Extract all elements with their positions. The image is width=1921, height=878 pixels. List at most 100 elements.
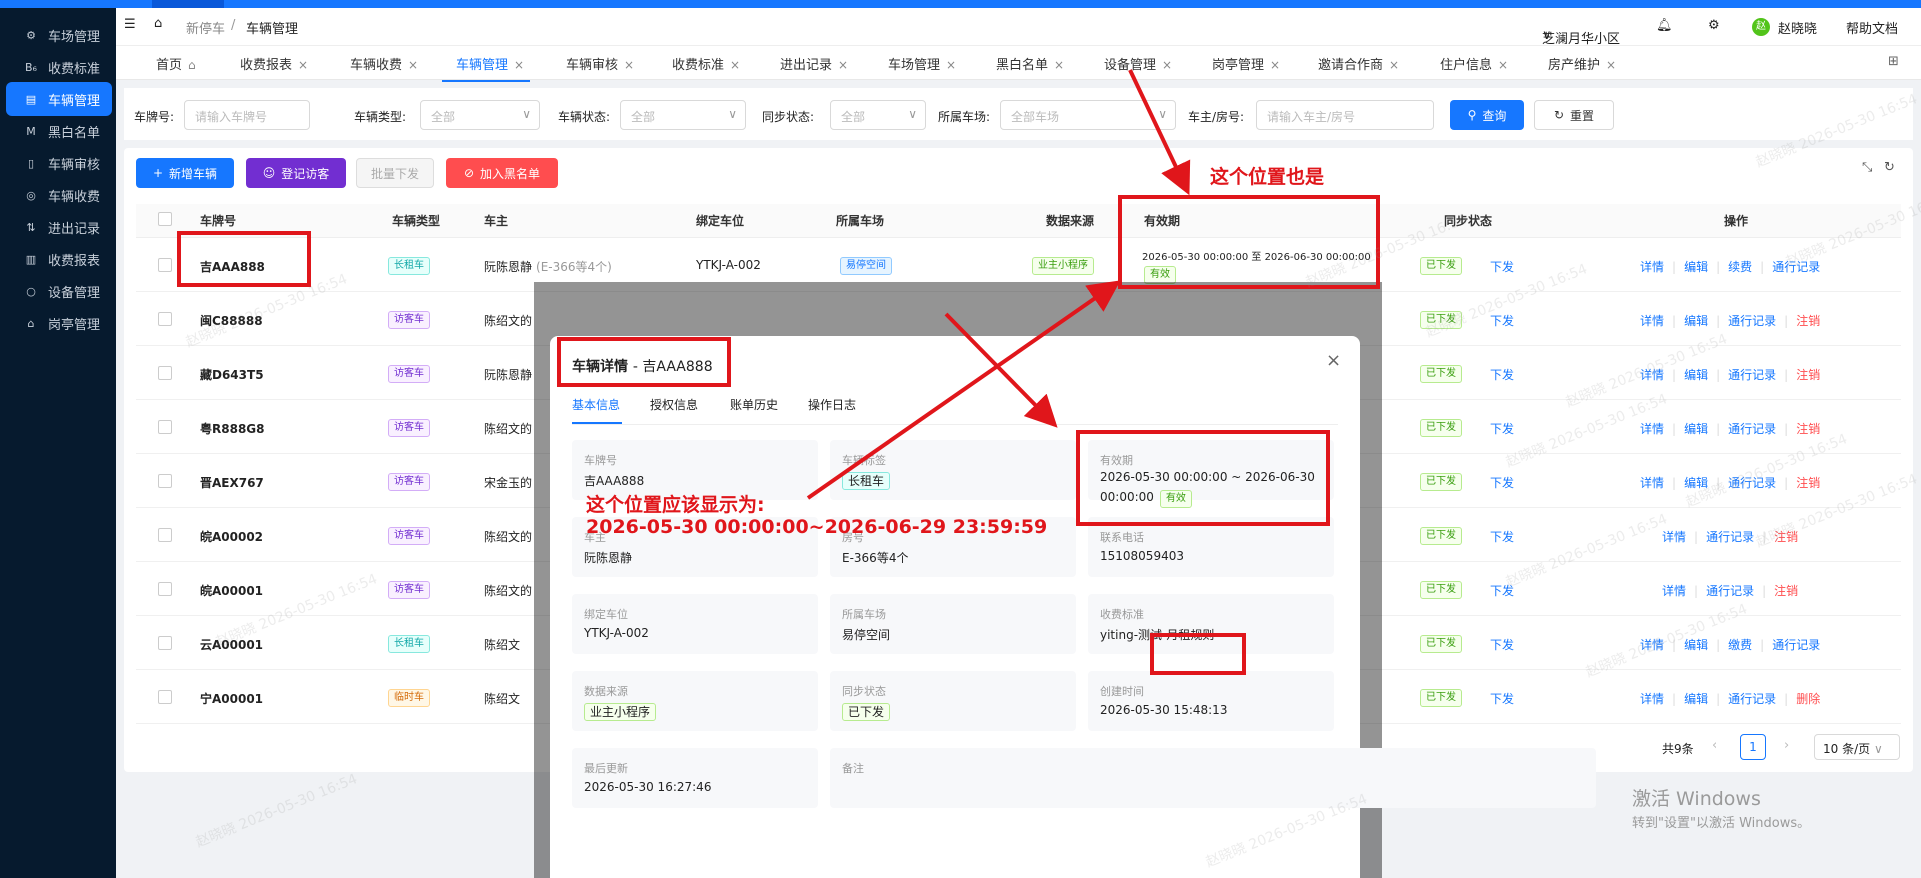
operation-link[interactable]: 详情 bbox=[1662, 530, 1686, 544]
operation-link[interactable]: 详情 bbox=[1640, 422, 1664, 436]
operation-link-danger[interactable]: 注销 bbox=[1796, 422, 1820, 436]
dispatch-link[interactable]: 下发 bbox=[1490, 528, 1514, 545]
breadcrumb-home[interactable]: 新停车 bbox=[186, 18, 225, 37]
operation-link[interactable]: 详情 bbox=[1640, 368, 1664, 382]
sync-filter-select[interactable]: 全部 ∨ bbox=[830, 100, 926, 130]
operation-link[interactable]: 编辑 bbox=[1684, 314, 1708, 328]
close-icon[interactable]: × bbox=[1270, 58, 1280, 72]
row-checkbox[interactable] bbox=[158, 636, 172, 650]
row-checkbox[interactable] bbox=[158, 690, 172, 704]
tab-12[interactable]: 住户信息 × bbox=[1440, 54, 1508, 73]
dispatch-link[interactable]: 下发 bbox=[1490, 636, 1514, 653]
tab-7[interactable]: 车场管理 × bbox=[888, 54, 956, 73]
close-icon[interactable]: × bbox=[730, 58, 740, 72]
operation-link[interactable]: 详情 bbox=[1640, 638, 1664, 652]
row-checkbox[interactable] bbox=[158, 528, 172, 542]
dispatch-link[interactable]: 下发 bbox=[1490, 312, 1514, 329]
gear-icon[interactable]: ⚙ bbox=[1708, 18, 1720, 33]
row-checkbox[interactable] bbox=[158, 582, 172, 596]
dispatch-link[interactable]: 下发 bbox=[1490, 366, 1514, 383]
lot-filter-select[interactable]: 全部车场 ∨ bbox=[1000, 100, 1176, 130]
sidebar-item-9[interactable]: ⌂ 岗亭管理 bbox=[6, 306, 112, 340]
operation-link[interactable]: 编辑 bbox=[1684, 692, 1708, 706]
tab-11[interactable]: 邀请合作商 × bbox=[1318, 54, 1399, 73]
operation-link[interactable]: 编辑 bbox=[1684, 476, 1708, 490]
sidebar-item-7[interactable]: ▥ 收费报表 bbox=[6, 242, 112, 276]
row-checkbox[interactable] bbox=[158, 366, 172, 380]
sidebar-item-2[interactable]: ▤ 车辆管理 bbox=[6, 82, 112, 116]
operation-link[interactable]: 通行记录 bbox=[1728, 368, 1776, 382]
dispatch-link[interactable]: 下发 bbox=[1490, 690, 1514, 707]
row-checkbox[interactable] bbox=[158, 312, 172, 326]
tab-6[interactable]: 进出记录 × bbox=[780, 54, 848, 73]
operation-link-danger[interactable]: 删除 bbox=[1796, 692, 1820, 706]
tab-13[interactable]: 房产维护 × bbox=[1548, 54, 1616, 73]
operation-link[interactable]: 编辑 bbox=[1684, 638, 1708, 652]
sidebar-item-1[interactable]: B₆ 收费标准 bbox=[6, 50, 112, 84]
modal-tab-2[interactable]: 账单历史 bbox=[730, 396, 778, 413]
register-visitor-button[interactable]: ☺ 登记访客 bbox=[246, 158, 346, 188]
add-vehicle-button[interactable]: + 新增车辆 bbox=[136, 158, 234, 188]
home-icon[interactable]: ⌂ bbox=[188, 58, 196, 72]
tab-0[interactable]: 首页 ⌂ bbox=[156, 54, 196, 73]
close-icon[interactable]: × bbox=[298, 58, 308, 72]
dispatch-link[interactable]: 下发 bbox=[1490, 258, 1514, 275]
operation-link-danger[interactable]: 注销 bbox=[1774, 584, 1798, 598]
operation-link[interactable]: 详情 bbox=[1640, 476, 1664, 490]
operation-link[interactable]: 编辑 bbox=[1684, 422, 1708, 436]
close-icon[interactable]: × bbox=[1054, 58, 1064, 72]
prev-page-icon[interactable]: ‹ bbox=[1712, 738, 1717, 753]
help-link[interactable]: 帮助文档 bbox=[1846, 18, 1898, 37]
operation-link[interactable]: 详情 bbox=[1640, 314, 1664, 328]
tab-10[interactable]: 岗亭管理 × bbox=[1212, 54, 1280, 73]
page-size-select[interactable]: 10 条/页 ∨ bbox=[1814, 734, 1900, 760]
fullscreen-icon[interactable]: ⤡ bbox=[1862, 160, 1872, 175]
tab-3[interactable]: 车辆管理 × bbox=[441, 54, 531, 82]
user-name[interactable]: 赵晓晓 bbox=[1778, 18, 1817, 37]
tab-2[interactable]: 车辆收费 × bbox=[350, 54, 418, 73]
sidebar-item-5[interactable]: ◎ 车辆收费 bbox=[6, 178, 112, 212]
operation-link[interactable]: 通行记录 bbox=[1728, 692, 1776, 706]
row-checkbox[interactable] bbox=[158, 474, 172, 488]
modal-tab-1[interactable]: 授权信息 bbox=[650, 396, 698, 413]
operation-link[interactable]: 详情 bbox=[1640, 692, 1664, 706]
plate-filter-input[interactable]: 请输入车牌号 bbox=[184, 100, 310, 130]
operation-link[interactable]: 通行记录 bbox=[1728, 422, 1776, 436]
operation-link-danger[interactable]: 注销 bbox=[1796, 476, 1820, 490]
type-filter-select[interactable]: 全部 ∨ bbox=[420, 100, 540, 130]
refresh-icon[interactable]: ↻ bbox=[1884, 160, 1895, 175]
tab-4[interactable]: 车辆审核 × bbox=[566, 54, 634, 73]
close-icon[interactable]: × bbox=[408, 58, 418, 72]
close-icon[interactable]: × bbox=[1606, 58, 1616, 72]
page-number[interactable]: 1 bbox=[1740, 734, 1766, 760]
tab-8[interactable]: 黑白名单 × bbox=[996, 54, 1064, 73]
close-icon[interactable]: × bbox=[838, 58, 848, 72]
operation-link[interactable]: 续费 bbox=[1728, 260, 1752, 274]
reset-button[interactable]: ↻ 重置 bbox=[1534, 100, 1614, 130]
bell-icon[interactable]: 🔔︎ bbox=[1656, 18, 1673, 33]
operation-link[interactable]: 通行记录 bbox=[1772, 638, 1820, 652]
tab-5[interactable]: 收费标准 × bbox=[672, 54, 740, 73]
tab-1[interactable]: 收费报表 × bbox=[240, 54, 308, 73]
search-button[interactable]: ⚲ 查询 bbox=[1450, 100, 1524, 130]
operation-link[interactable]: 通行记录 bbox=[1728, 314, 1776, 328]
status-filter-select[interactable]: 全部 ∨ bbox=[620, 100, 746, 130]
sidebar-item-8[interactable]: ○ 设备管理 bbox=[6, 274, 112, 308]
sidebar-item-4[interactable]: ▯ 车辆审核 bbox=[6, 146, 112, 180]
owner-filter-input[interactable]: 请输入车主/房号 bbox=[1256, 100, 1434, 130]
batch-dispatch-button[interactable]: 批量下发 bbox=[356, 158, 434, 188]
close-icon[interactable]: × bbox=[1326, 350, 1341, 371]
operation-link-danger[interactable]: 注销 bbox=[1774, 530, 1798, 544]
close-icon[interactable]: × bbox=[624, 58, 634, 72]
operation-link[interactable]: 编辑 bbox=[1684, 368, 1708, 382]
close-icon[interactable]: × bbox=[946, 58, 956, 72]
select-all-checkbox[interactable] bbox=[158, 212, 172, 226]
sidebar-item-0[interactable]: ⚙ 车场管理 bbox=[6, 18, 112, 52]
add-blacklist-button[interactable]: ⊘ 加入黑名单 bbox=[446, 158, 558, 188]
operation-link[interactable]: 缴费 bbox=[1728, 638, 1752, 652]
operation-link[interactable]: 详情 bbox=[1640, 260, 1664, 274]
row-checkbox[interactable] bbox=[158, 258, 172, 272]
close-icon[interactable]: × bbox=[1498, 58, 1508, 72]
next-page-icon[interactable]: › bbox=[1784, 738, 1789, 753]
dispatch-link[interactable]: 下发 bbox=[1490, 582, 1514, 599]
